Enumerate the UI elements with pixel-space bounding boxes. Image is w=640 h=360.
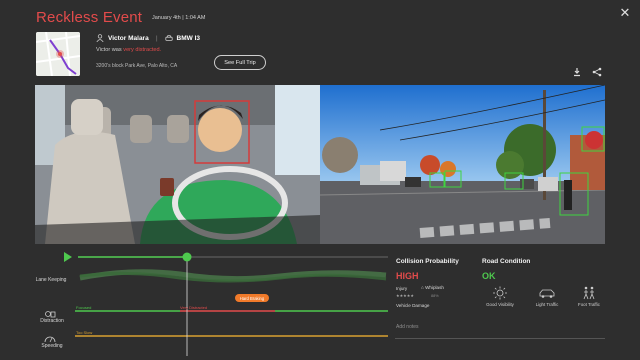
car-icon bbox=[539, 289, 555, 298]
whiplash-text: Whiplash bbox=[425, 285, 444, 290]
timeline[interactable]: Lane Keeping Distraction Speeding Focuse… bbox=[30, 248, 390, 358]
notes-underline bbox=[395, 338, 605, 339]
condition-visibility: Good Visibility bbox=[480, 286, 520, 307]
whiplash-label: ⌂ Whiplash bbox=[421, 285, 444, 290]
condition-label: Light Traffic bbox=[535, 302, 559, 307]
user-icon bbox=[96, 34, 104, 42]
injury-percent: 88% bbox=[431, 294, 439, 298]
distraction-label: Distraction bbox=[40, 318, 64, 324]
injury-label: Injury bbox=[396, 286, 408, 291]
driver-camera[interactable] bbox=[35, 85, 320, 244]
add-notes-input[interactable]: Add notes bbox=[396, 324, 419, 330]
distraction-icon bbox=[44, 306, 56, 318]
summary-prefix: Victor was bbox=[96, 47, 124, 53]
condition-label: Good Visibility bbox=[486, 302, 514, 307]
play-icon[interactable] bbox=[64, 252, 72, 262]
car-icon: ⌂ bbox=[421, 285, 424, 290]
see-full-trip-button[interactable]: See Full Trip bbox=[214, 55, 266, 70]
share-icon[interactable] bbox=[592, 64, 602, 77]
event-summary: Victor was very distracted. bbox=[96, 47, 161, 53]
injury-stars: ★★★★★ bbox=[396, 293, 414, 298]
vehicle-name: BMW I3 bbox=[176, 34, 201, 42]
collision-level: HIGH bbox=[396, 271, 419, 281]
driver-name: Victor Malara bbox=[108, 34, 149, 42]
too-slow-tag: Too Slow bbox=[76, 330, 93, 335]
event-date: January 4th | 1:04 AM bbox=[152, 15, 206, 21]
very-distracted-tag: Very Distracted bbox=[180, 305, 208, 310]
condition-foot-traffic: Foot Traffic bbox=[569, 286, 609, 307]
road-level: OK bbox=[482, 271, 496, 281]
sun-icon bbox=[493, 286, 507, 300]
download-icon[interactable] bbox=[572, 64, 582, 77]
lane-keeping-label: Lane Keeping bbox=[35, 277, 67, 283]
event-video[interactable] bbox=[35, 85, 605, 244]
road-camera[interactable] bbox=[320, 85, 605, 244]
event-title: Reckless Event bbox=[36, 9, 143, 26]
focused-tag: Focused bbox=[76, 305, 92, 310]
speedometer-icon bbox=[44, 331, 56, 343]
collision-title: Collision Probability bbox=[396, 258, 459, 265]
condition-traffic: Light Traffic bbox=[527, 286, 567, 307]
event-address: 3200's block Park Ave, Palo Alto, CA bbox=[96, 63, 178, 69]
vehicle-damage-label: Vehicle Damage bbox=[396, 303, 430, 308]
car-icon bbox=[164, 34, 173, 42]
close-icon[interactable]: ✕ bbox=[618, 6, 632, 20]
separator: | bbox=[155, 34, 158, 42]
road-title: Road Condition bbox=[482, 258, 531, 265]
map-thumbnail[interactable] bbox=[36, 32, 80, 76]
pedestrians-icon bbox=[583, 286, 595, 300]
condition-label: Foot Traffic bbox=[578, 302, 600, 307]
summary-highlight: very distracted. bbox=[123, 47, 162, 53]
speeding-label: Speeding bbox=[41, 343, 63, 349]
hard-braking-badge[interactable]: Hard Braking bbox=[235, 294, 269, 302]
